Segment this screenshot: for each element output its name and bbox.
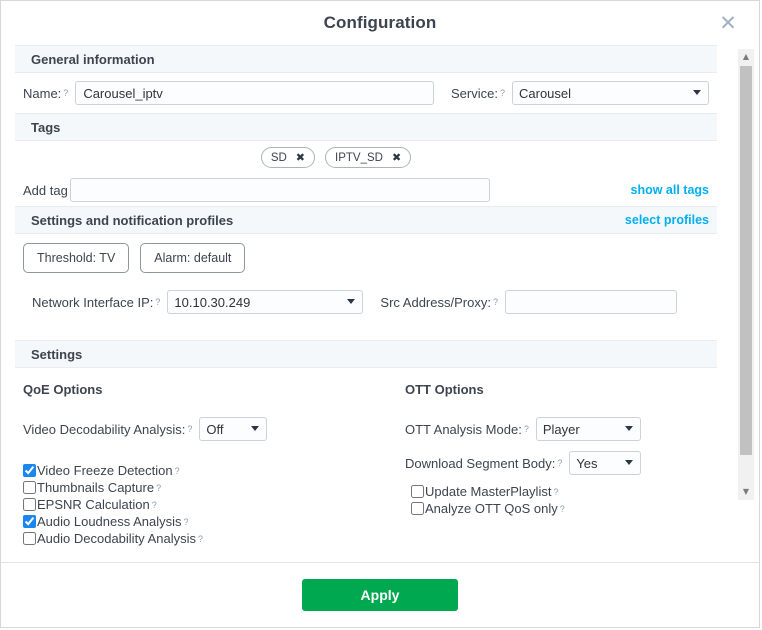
video-decodability-help-icon[interactable]: ?: [187, 424, 192, 434]
add-tag-label: Add tag: [23, 182, 68, 198]
scroll-area: General information Name:? Service:? Car…: [1, 45, 731, 562]
scrollbar-thumb[interactable]: [740, 66, 752, 455]
section-title-settings: Settings: [31, 346, 83, 362]
tag-chip-label: IPTV_SD: [335, 151, 383, 164]
epsnr-calculation-checkbox[interactable]: [23, 498, 36, 511]
row-profile-buttons: Threshold: TV Alarm: default: [1, 234, 731, 282]
checkbox-row-epsnr-calculation[interactable]: EPSNR Calculation?: [23, 496, 405, 513]
analyze-ott-qos-only-label: Analyze OTT QoS only: [425, 501, 558, 516]
row-network-interface: Network Interface IP:? 10.10.30.249 Src …: [1, 282, 731, 322]
form-content: General information Name:? Service:? Car…: [1, 45, 731, 547]
video-decodability-select[interactable]: Off: [199, 417, 268, 441]
qoe-options-column: QoE Options Video Decodability Analysis:…: [23, 382, 405, 547]
qoe-options-heading: QoE Options: [23, 382, 103, 397]
checkbox-row-thumbnails-capture[interactable]: Thumbnails Capture?: [23, 479, 405, 496]
section-title-general: General information: [31, 51, 155, 67]
ott-analysis-mode-select-wrap: Player: [535, 417, 641, 441]
src-address-label: Src Address/Proxy:: [380, 294, 491, 310]
epsnr-calculation-label: EPSNR Calculation: [37, 497, 150, 512]
tag-chip[interactable]: IPTV_SD ✖: [325, 147, 412, 168]
tag-remove-icon[interactable]: ✖: [296, 151, 305, 164]
service-help-icon[interactable]: ?: [500, 88, 505, 98]
download-segment-body-label: Download Segment Body:: [405, 455, 556, 471]
network-interface-select-wrap: 10.10.30.249: [167, 290, 364, 314]
thumbnails-capture-help-icon[interactable]: ?: [156, 483, 161, 493]
audio-loudness-analysis-label: Audio Loudness Analysis: [37, 514, 182, 529]
scroll-up-arrow-icon[interactable]: ▲: [739, 50, 753, 64]
dialog-footer: Apply: [1, 562, 759, 627]
tag-remove-icon[interactable]: ✖: [392, 151, 401, 164]
network-interface-label: Network Interface IP:: [32, 294, 154, 310]
profile-button-label: Alarm: default: [154, 251, 232, 265]
close-icon[interactable]: ✕: [717, 13, 739, 35]
section-header-settings: Settings: [15, 340, 717, 368]
section-header-profiles: Settings and notification profiles selec…: [15, 206, 717, 234]
thumbnails-capture-label: Thumbnails Capture: [37, 480, 155, 495]
checkbox-row-video-freeze[interactable]: Video Freeze Detection?: [23, 462, 405, 479]
update-masterplaylist-label: Update MasterPlaylist: [425, 484, 552, 499]
section-title-profiles: Settings and notification profiles: [31, 212, 234, 228]
audio-decodability-analysis-label: Audio Decodability Analysis: [37, 531, 196, 546]
audio-loudness-analysis-checkbox[interactable]: [23, 515, 36, 528]
audio-decodability-analysis-checkbox[interactable]: [23, 532, 36, 545]
ott-analysis-mode-help-icon[interactable]: ?: [524, 424, 529, 434]
service-select[interactable]: Carousel: [512, 81, 709, 105]
service-label: Service:: [451, 85, 498, 101]
ott-analysis-mode-select[interactable]: Player: [535, 417, 641, 441]
show-all-tags-link[interactable]: show all tags: [631, 183, 710, 197]
checkbox-row-update-masterplaylist[interactable]: Update MasterPlaylist?: [411, 483, 709, 500]
section-header-general: General information: [15, 45, 717, 73]
epsnr-calculation-help-icon[interactable]: ?: [152, 500, 157, 510]
row-name-service: Name:? Service:? Carousel: [1, 73, 731, 113]
tag-chip-label: SD: [270, 151, 287, 164]
network-interface-select[interactable]: 10.10.30.249: [167, 290, 364, 314]
settings-columns: QoE Options Video Decodability Analysis:…: [1, 368, 731, 547]
update-masterplaylist-help-icon[interactable]: ?: [553, 487, 558, 497]
name-help-icon[interactable]: ?: [63, 88, 68, 98]
tag-chip[interactable]: SD ✖: [260, 147, 316, 168]
ott-analysis-mode-label: OTT Analysis Mode:: [405, 421, 522, 437]
download-segment-body-help-icon[interactable]: ?: [557, 458, 562, 468]
vertical-scrollbar[interactable]: ▲ ▼: [738, 49, 754, 500]
dialog-body: General information Name:? Service:? Car…: [1, 45, 759, 562]
video-freeze-detection-checkbox[interactable]: [23, 464, 36, 477]
video-decodability-label: Video Decodability Analysis:: [23, 421, 186, 437]
src-address-help-icon[interactable]: ?: [493, 297, 498, 307]
section-header-tags: Tags: [15, 113, 717, 141]
name-input[interactable]: [75, 81, 435, 105]
apply-button[interactable]: Apply: [302, 579, 458, 611]
analyze-ott-qos-only-checkbox[interactable]: [411, 502, 424, 515]
network-interface-help-icon[interactable]: ?: [155, 297, 160, 307]
profile-button-threshold[interactable]: Threshold: TV: [23, 243, 130, 273]
audio-decodability-analysis-help-icon[interactable]: ?: [198, 534, 203, 544]
configuration-dialog: Configuration ✕ General information Name…: [0, 0, 760, 628]
download-segment-body-select[interactable]: Yes: [569, 451, 642, 475]
dialog-header: Configuration ✕: [1, 1, 759, 45]
select-profiles-link[interactable]: select profiles: [625, 213, 717, 227]
ott-options-column: OTT Options OTT Analysis Mode:? Player D…: [405, 382, 709, 547]
scroll-down-arrow-icon[interactable]: ▼: [739, 485, 753, 499]
ott-options-heading: OTT Options: [405, 382, 484, 397]
add-tag-input[interactable]: [69, 178, 490, 202]
audio-loudness-analysis-help-icon[interactable]: ?: [184, 517, 189, 527]
page-title: Configuration: [323, 13, 437, 32]
profile-button-label: Threshold: TV: [37, 251, 116, 265]
src-address-input[interactable]: [504, 290, 677, 314]
row-add-tag: Add tag show all tags: [1, 174, 731, 206]
thumbnails-capture-checkbox[interactable]: [23, 481, 36, 494]
name-label: Name:: [23, 85, 62, 101]
download-segment-body-select-wrap: Yes: [569, 451, 642, 475]
video-decodability-select-wrap: Off: [199, 417, 268, 441]
profile-button-alarm[interactable]: Alarm: default: [140, 243, 246, 273]
row-tag-chips: SD ✖ IPTV_SD ✖: [1, 141, 731, 174]
section-title-tags: Tags: [31, 119, 61, 135]
update-masterplaylist-checkbox[interactable]: [411, 485, 424, 498]
checkbox-row-analyze-ott-qos-only[interactable]: Analyze OTT QoS only?: [411, 500, 709, 517]
service-select-wrap: Carousel: [512, 81, 709, 105]
video-freeze-detection-label: Video Freeze Detection: [37, 463, 173, 478]
checkbox-row-audio-decodability[interactable]: Audio Decodability Analysis?: [23, 530, 405, 547]
video-freeze-detection-help-icon[interactable]: ?: [175, 466, 180, 476]
analyze-ott-qos-only-help-icon[interactable]: ?: [560, 504, 565, 514]
checkbox-row-audio-loudness[interactable]: Audio Loudness Analysis?: [23, 513, 405, 530]
